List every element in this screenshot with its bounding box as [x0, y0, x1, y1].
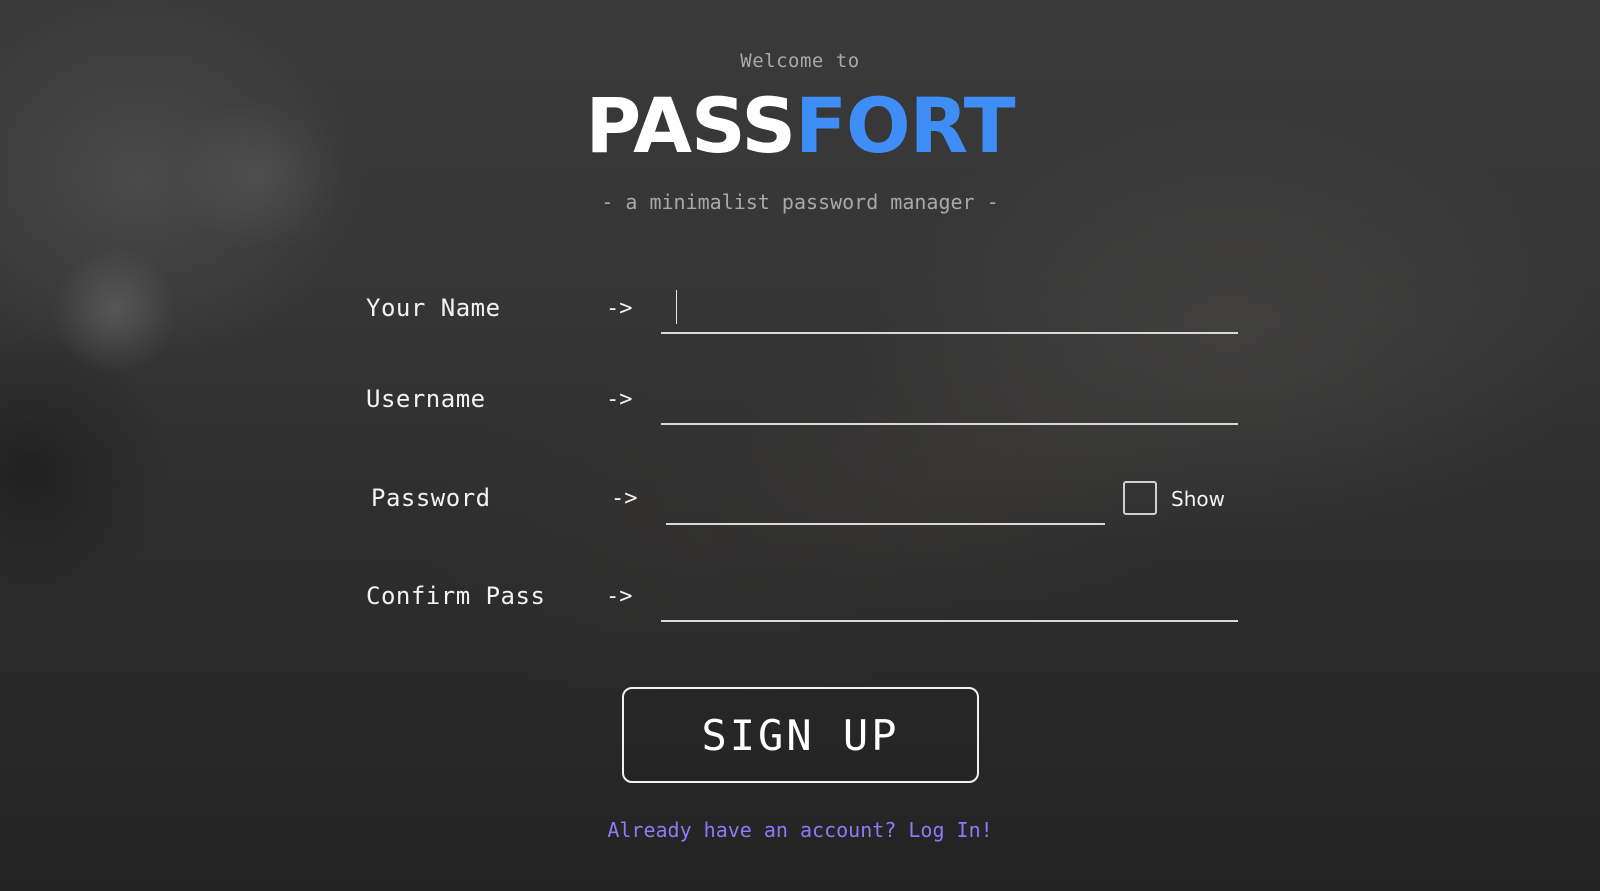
text-cursor	[676, 290, 677, 324]
arrow-icon: ->	[606, 387, 633, 412]
logo-fort: FORT	[795, 81, 1015, 170]
confirm-password-input[interactable]	[661, 586, 1238, 622]
arrow-icon: ->	[611, 486, 638, 511]
logo-pass: PASS	[585, 81, 796, 170]
sign-up-button[interactable]: SIGN UP	[622, 687, 979, 783]
name-input[interactable]	[661, 298, 1238, 334]
arrow-icon: ->	[606, 584, 633, 609]
show-password-label[interactable]: Show	[1171, 487, 1225, 511]
tagline: - a minimalist password manager -	[601, 190, 999, 214]
username-input[interactable]	[661, 389, 1238, 425]
show-password-checkbox[interactable]	[1123, 481, 1157, 515]
app-logo: PASSFORT	[0, 88, 1600, 164]
welcome-text: Welcome to	[740, 50, 860, 72]
signup-page: Welcome to PASSFORT - a minimalist passw…	[0, 0, 1600, 891]
username-label: Username	[366, 385, 486, 413]
login-link[interactable]: Already have an account? Log In!	[0, 818, 1600, 842]
password-input[interactable]	[666, 489, 1105, 525]
name-label: Your Name	[366, 294, 501, 322]
arrow-icon: ->	[606, 296, 633, 321]
password-label: Password	[371, 484, 491, 512]
confirm-password-label: Confirm Pass	[366, 582, 546, 610]
